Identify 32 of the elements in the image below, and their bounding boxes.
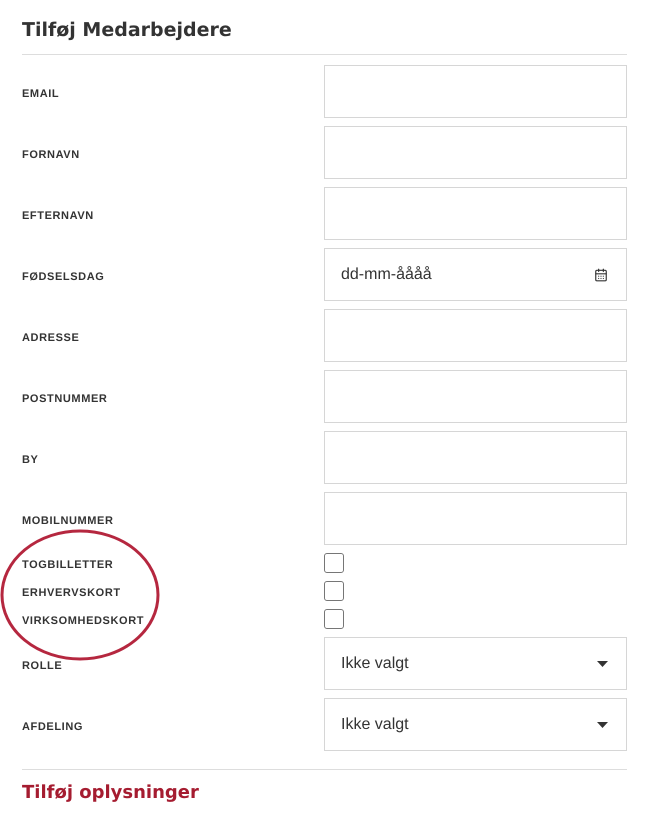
checkbox[interactable] <box>324 609 344 629</box>
checkbox[interactable] <box>324 581 344 601</box>
select-field[interactable]: Ikke valgt <box>324 698 627 751</box>
input-field[interactable] <box>324 65 627 118</box>
input-field[interactable] <box>324 126 627 179</box>
field-label: ROLLE <box>22 658 64 672</box>
field-label: ERHVERVSKORT <box>22 586 122 599</box>
input-field[interactable] <box>324 431 627 484</box>
caret-icon <box>597 722 608 728</box>
field-label: MOBILNUMMER <box>22 514 115 526</box>
field-label: BY <box>22 452 40 466</box>
calendar-icon[interactable] <box>594 268 608 282</box>
input-field[interactable] <box>324 187 627 240</box>
section-title: Tilføj oplysninger <box>22 781 200 805</box>
field-label: EFTERNAVN <box>22 208 95 222</box>
input-field[interactable] <box>324 370 627 423</box>
select-field[interactable]: Ikke valgt <box>324 637 627 690</box>
field-label: FØDSELSDAG <box>22 270 106 282</box>
page-title: Tilføj Medarbejdere <box>22 18 233 43</box>
field-label: POSTNUMMER <box>22 392 108 404</box>
field-label: AFDELING <box>22 720 84 732</box>
field-label: EMAIL <box>22 86 60 100</box>
input-field[interactable] <box>324 492 627 545</box>
field-label: VIRKSOMHEDSKORT <box>22 614 146 627</box>
date-placeholder: dd-mm-åååå <box>341 266 432 284</box>
input-field[interactable] <box>324 309 627 362</box>
field-label: FORNAVN <box>22 148 81 160</box>
field-label: TOGBILLETTER <box>22 558 114 571</box>
field-label: ADRESSE <box>22 330 80 344</box>
checkbox[interactable] <box>324 553 344 573</box>
date-field[interactable]: dd-mm-åååå <box>324 248 627 301</box>
caret-icon <box>597 660 608 666</box>
